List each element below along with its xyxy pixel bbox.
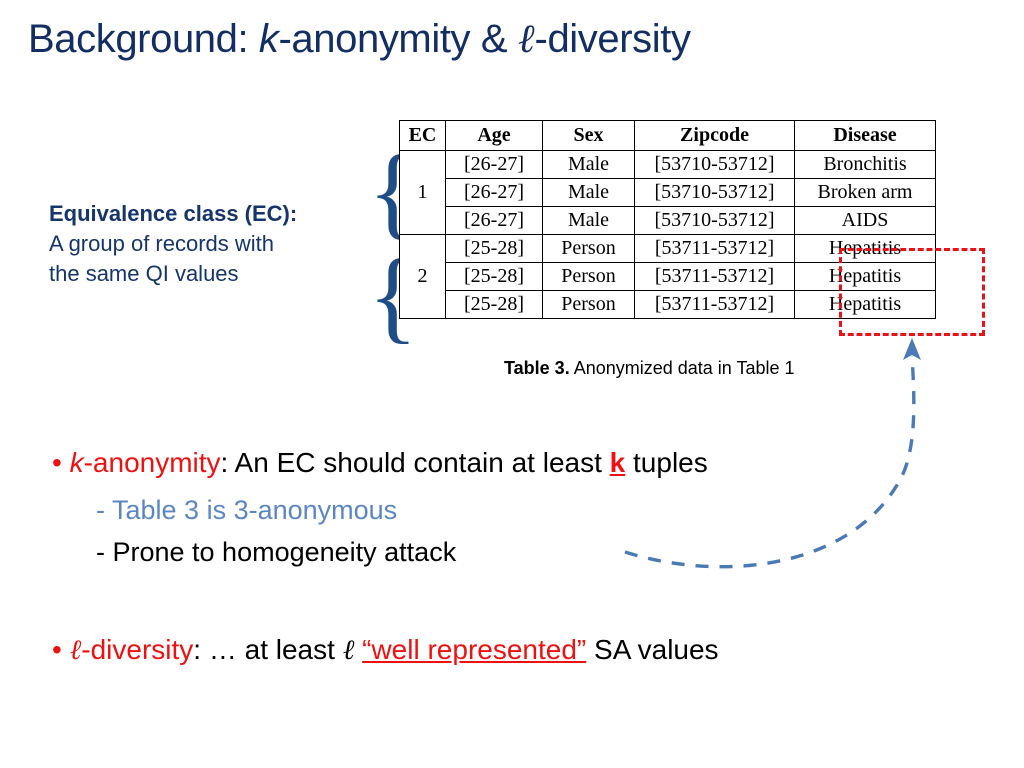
cell-zipcode: [53711-53712]: [634, 234, 795, 263]
sub-bullet-homogeneity-attack: - Prone to homogeneity attack: [96, 537, 457, 567]
cell-disease: Hepatitis: [794, 262, 936, 291]
k-anonymity-body-before: : An EC should contain at least: [220, 447, 610, 478]
k-anonymity-body-after: tuples: [625, 447, 708, 478]
cell-age: [26-27]: [445, 150, 543, 179]
cell-disease: Hepatitis: [794, 234, 936, 263]
cell-age: [26-27]: [445, 178, 543, 207]
title-suffix: -diversity: [534, 17, 691, 61]
cell-zipcode: [53711-53712]: [634, 262, 795, 291]
k-anonymity-term: -anonymity: [83, 447, 221, 478]
k-symbol: k: [69, 447, 84, 478]
cell-sex: Person: [542, 290, 635, 319]
cell-age: [26-27]: [445, 206, 543, 235]
ec-group-label-2: 2: [399, 234, 446, 319]
cell-zipcode: [53710-53712]: [634, 178, 795, 207]
cell-zipcode: [53710-53712]: [634, 150, 795, 179]
table-row: 2 [25-28] Person [53711-53712] Hepatitis: [399, 234, 936, 319]
l-diversity-term: -diversity: [81, 634, 194, 665]
ec-group-label-1: 1: [399, 150, 446, 235]
cell-disease: AIDS: [794, 206, 936, 235]
table-header-row: EC Age Sex Zipcode Disease: [399, 120, 936, 151]
well-represented-quote: “well represented”: [362, 634, 587, 665]
anonymized-data-table: EC Age Sex Zipcode Disease 1 [26-27] Mal…: [399, 120, 936, 319]
title-l-symbol: ℓ: [517, 16, 535, 61]
bullet-l-diversity: • ℓ-diversity: … at least ℓ “well repres…: [52, 631, 719, 670]
bullet-marker: •: [52, 634, 62, 665]
table-caption: Table 3. Anonymized data in Table 1: [504, 358, 795, 379]
page-title: Background: k-anonymity & ℓ-diversity: [28, 14, 988, 64]
cell-sex: Male: [542, 178, 635, 207]
column-header-zipcode: Zipcode: [634, 120, 795, 151]
cell-sex: Person: [542, 234, 635, 263]
anonymized-table-container: EC Age Sex Zipcode Disease 1 [26-27] Mal…: [399, 120, 936, 319]
column-header-age: Age: [445, 120, 543, 151]
arrowhead-icon: [903, 338, 921, 360]
cell-disease: Bronchitis: [794, 150, 936, 179]
l-diversity-body-before: : … at least: [193, 634, 343, 665]
table-row: [26-27] Male [53710-53712] AIDS: [400, 206, 936, 235]
k-highlight: k: [609, 447, 626, 478]
annotation-line-2: the same QI values: [49, 261, 239, 286]
title-prefix: Background:: [28, 17, 259, 61]
caption-label: Table 3.: [504, 358, 570, 378]
cell-zipcode: [53711-53712]: [634, 290, 795, 319]
cell-age: [25-28]: [445, 262, 543, 291]
cell-zipcode: [53710-53712]: [634, 206, 795, 235]
cell-sex: Person: [542, 262, 635, 291]
sub-bullet-table3-anonymous: - Table 3 is 3-anonymous: [96, 495, 398, 525]
cell-sex: Male: [542, 206, 635, 235]
title-middle: -anonymity &: [278, 17, 518, 61]
table-row: [25-28] Person [53711-53712] Hepatitis: [400, 290, 936, 319]
l-symbol-inline: ℓ: [342, 635, 355, 666]
table-row: 1 [26-27] Male [53710-53712] Bronchitis: [399, 150, 936, 235]
l-symbol: ℓ: [69, 635, 82, 666]
cell-age: [25-28]: [445, 290, 543, 319]
caption-text: Anonymized data in Table 1: [569, 358, 795, 378]
column-header-disease: Disease: [794, 120, 936, 151]
title-k-symbol: k: [258, 17, 279, 61]
table-row: [26-27] Male [53710-53712] Broken arm: [400, 178, 936, 207]
cell-disease: Hepatitis: [794, 290, 936, 319]
table-row: [25-28] Person [53711-53712] Hepatitis: [400, 262, 936, 291]
cell-age: [25-28]: [445, 234, 543, 263]
equivalence-class-annotation: Equivalence class (EC): A group of recor…: [49, 199, 369, 289]
column-header-sex: Sex: [542, 120, 635, 151]
cell-disease: Broken arm: [794, 178, 936, 207]
annotation-heading: Equivalence class (EC):: [49, 201, 298, 226]
bullet-k-anonymity: • k-anonymity: An EC should contain at l…: [52, 444, 708, 482]
l-diversity-body-after: SA values: [586, 634, 719, 665]
annotation-line-1: A group of records with: [49, 231, 275, 256]
cell-sex: Male: [542, 150, 635, 179]
column-header-ec: EC: [399, 120, 446, 151]
bullet-marker: •: [52, 447, 62, 478]
